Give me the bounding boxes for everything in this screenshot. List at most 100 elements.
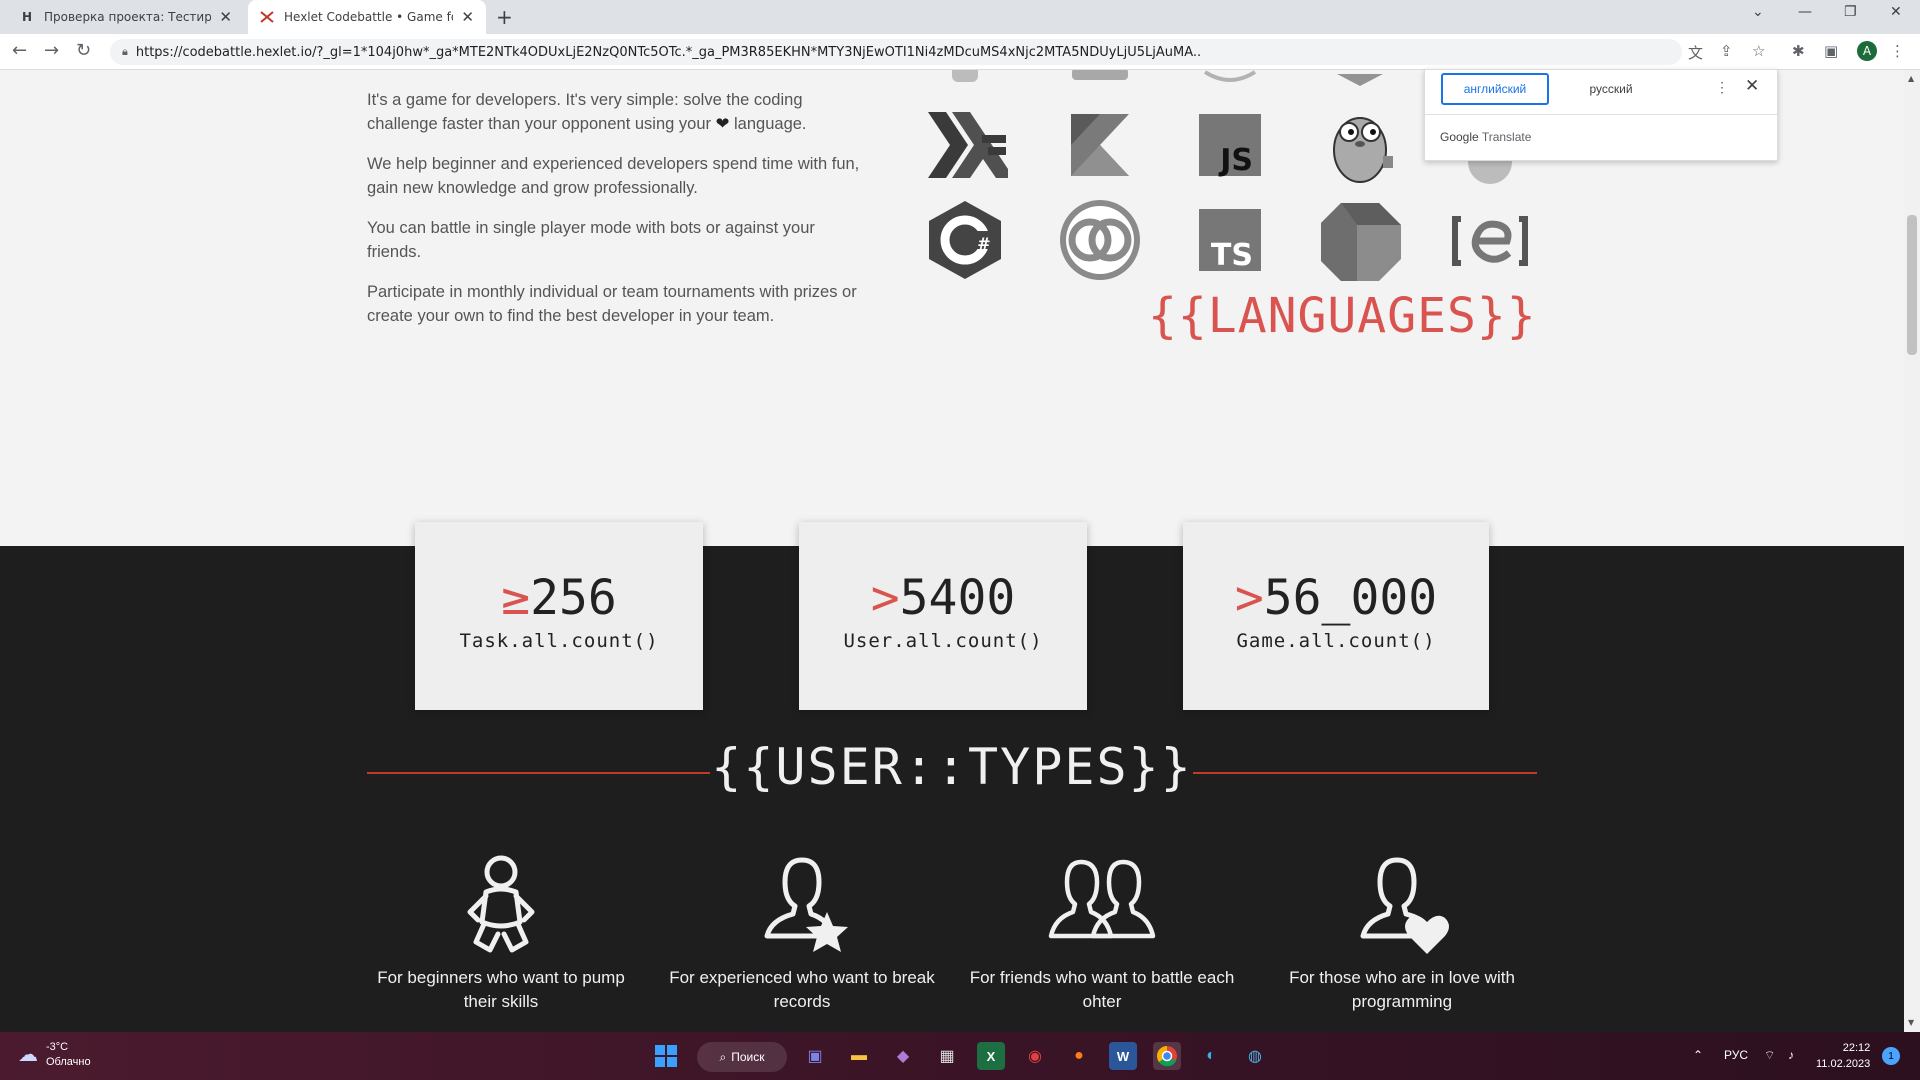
stat-value: >56_000 — [1234, 570, 1438, 626]
volume-icon[interactable]: ♪ — [1788, 1048, 1794, 1062]
page-content: It's a game for developers. It's very si… — [0, 70, 1904, 1032]
user-type-friends: For friends who want to battle each ohte… — [962, 850, 1242, 1014]
intro-paragraph: You can battle in single player mode wit… — [367, 219, 815, 261]
svg-text:TS: TS — [1211, 238, 1253, 273]
close-window-button[interactable]: ✕ — [1890, 4, 1902, 20]
page-scrollbar[interactable]: ▲ ▼ — [1904, 70, 1920, 1032]
restore-button[interactable]: ❐ — [1844, 4, 1857, 20]
edge-icon[interactable]: ◐ — [1197, 1042, 1225, 1070]
stat-label: User.all.count() — [843, 630, 1043, 652]
user-type-caption: For experienced who want to break record… — [669, 968, 935, 1011]
weather-widget[interactable]: ☁ -3°C Облачно — [18, 1040, 91, 1070]
stat-card-games: >56_000 Game.all.count() — [1183, 522, 1489, 710]
new-tab-button[interactable]: + — [496, 5, 513, 29]
haskell-icon — [920, 100, 1010, 190]
user-type-caption: For those who are in love with programmi… — [1289, 968, 1515, 1011]
tab-project-review[interactable]: H Проверка проекта: Тестирован… ✕ — [8, 0, 244, 34]
menu-dots-icon[interactable]: ⋮ — [1890, 42, 1905, 60]
reload-button[interactable]: ↻ — [76, 40, 91, 61]
translate-options-icon[interactable]: ⋮ — [1715, 79, 1729, 96]
intro-paragraph: It's a game for developers. It's very si… — [367, 91, 807, 133]
excel-icon[interactable]: X — [977, 1042, 1005, 1070]
close-tab-icon[interactable]: ✕ — [219, 8, 232, 26]
tray-chevron-icon[interactable]: ⌃ — [1693, 1048, 1703, 1062]
file-explorer-icon[interactable]: ▬ — [845, 1042, 873, 1070]
user-type-experienced: For experienced who want to break record… — [662, 850, 942, 1014]
baby-icon — [467, 855, 535, 953]
tab-codebattle[interactable]: Hexlet Codebattle • Game for pro… ✕ — [248, 0, 486, 34]
user-type-caption: For beginners who want to pump their ski… — [377, 968, 625, 1011]
windows-taskbar: ☁ -3°C Облачно ⌕ Поиск ▣ ▬ ◆ ▦ X ◉ ● W ◐… — [0, 1032, 1920, 1080]
user-types-title: {{USER::TYPES}} — [711, 738, 1193, 796]
search-icon: ⌕ — [719, 1049, 727, 1064]
profile-avatar[interactable]: A — [1857, 41, 1877, 61]
translate-icon[interactable]: 文 — [1688, 42, 1703, 63]
start-button[interactable] — [652, 1042, 680, 1070]
stat-card-tasks: ≥256 Task.all.count() — [415, 522, 703, 710]
clojure-icon — [1055, 195, 1145, 285]
taskbar-search-button[interactable]: ⌕ Поиск — [697, 1042, 787, 1072]
network-app-icon[interactable]: ◍ — [1241, 1042, 1269, 1070]
stat-value: >5400 — [870, 570, 1016, 626]
hexlet-favicon-icon: H — [21, 10, 33, 24]
svg-text:JS: JS — [1218, 143, 1253, 178]
cloud-icon: ☁ — [18, 1043, 38, 1066]
forward-button[interactable]: → — [44, 40, 59, 61]
language-icon-partial — [1315, 70, 1405, 90]
tab-title: Hexlet Codebattle • Game for pro… — [284, 10, 453, 24]
user-type-caption: For friends who want to battle each ohte… — [969, 968, 1235, 1011]
notifications-badge[interactable]: 1 — [1882, 1047, 1900, 1065]
golang-icon — [1315, 100, 1405, 190]
word-icon[interactable]: W — [1109, 1042, 1137, 1070]
scroll-down-arrow[interactable]: ▼ — [1908, 1018, 1914, 1027]
language-icon-partial — [920, 70, 1010, 90]
clock[interactable]: 22:12 11.02.2023 — [1816, 1040, 1870, 1072]
firefox-icon[interactable]: ● — [1065, 1042, 1093, 1070]
translate-close-icon[interactable]: ✕ — [1745, 76, 1759, 96]
user-heart-icon — [1360, 857, 1449, 954]
intro-paragraph: Participate in monthly individual or tea… — [367, 283, 857, 325]
language-icon-partial — [1185, 70, 1275, 90]
translate-popup: английский русский ⋮ ✕ Google Translate — [1424, 69, 1778, 161]
extensions-icon[interactable]: ✱ — [1792, 42, 1805, 60]
share-icon[interactable]: ⇪ — [1720, 42, 1733, 60]
tab-search-icon[interactable]: ⌄ — [1752, 4, 1764, 20]
csharp-icon: # — [920, 195, 1010, 285]
scroll-up-arrow[interactable]: ▲ — [1908, 74, 1914, 83]
javascript-icon: JS — [1185, 100, 1275, 190]
address-bar[interactable]: 🔒︎ https://codebattle.hexlet.io/?_gl=1*1… — [110, 39, 1682, 65]
calculator-icon[interactable]: ▦ — [933, 1042, 961, 1070]
user-type-beginners: For beginners who want to pump their ski… — [361, 850, 641, 1014]
minimize-button[interactable]: — — [1798, 4, 1812, 20]
translate-divider — [1425, 114, 1777, 115]
stat-value: ≥256 — [501, 570, 617, 626]
back-button[interactable]: ← — [12, 40, 27, 61]
app-icon[interactable]: ◆ — [889, 1042, 917, 1070]
tab-title: Проверка проекта: Тестирован… — [44, 10, 212, 24]
teams-chat-icon[interactable]: ▣ — [801, 1042, 829, 1070]
tab-bar: H Проверка проекта: Тестирован… ✕ Hexlet… — [0, 0, 1920, 34]
scrollbar-thumb[interactable] — [1907, 215, 1917, 355]
dart-icon — [1315, 195, 1405, 285]
elixir-icon — [1445, 195, 1535, 285]
chrome-icon[interactable] — [1153, 1042, 1181, 1070]
google-translate-brand: Google Translate — [1440, 130, 1532, 144]
side-panel-icon[interactable]: ▣ — [1824, 42, 1838, 60]
close-tab-icon[interactable]: ✕ — [461, 8, 474, 26]
stat-card-users: >5400 User.all.count() — [799, 522, 1087, 710]
input-language[interactable]: РУС — [1724, 1048, 1748, 1062]
wifi-icon[interactable]: ⌔ — [1764, 1048, 1775, 1063]
kotlin-icon — [1055, 100, 1145, 190]
browser-toolbar: ← → ↻ 🔒︎ https://codebattle.hexlet.io/?_… — [0, 34, 1920, 70]
stat-label: Task.all.count() — [459, 630, 659, 652]
typescript-icon: TS — [1185, 195, 1275, 285]
languages-title: {{LANGUAGES}} — [1148, 288, 1537, 344]
yandex-icon[interactable]: ◉ — [1021, 1042, 1049, 1070]
user-type-lovers: For those who are in love with programmi… — [1262, 850, 1542, 1014]
bookmark-star-icon[interactable]: ☆ — [1752, 42, 1765, 60]
translate-target-language-tab[interactable]: русский — [1571, 73, 1651, 105]
translate-source-language-tab[interactable]: английский — [1441, 73, 1549, 105]
heart-icon: ❤ — [715, 115, 730, 133]
codebattle-favicon-icon — [260, 10, 274, 24]
svg-text:#: # — [977, 234, 990, 253]
